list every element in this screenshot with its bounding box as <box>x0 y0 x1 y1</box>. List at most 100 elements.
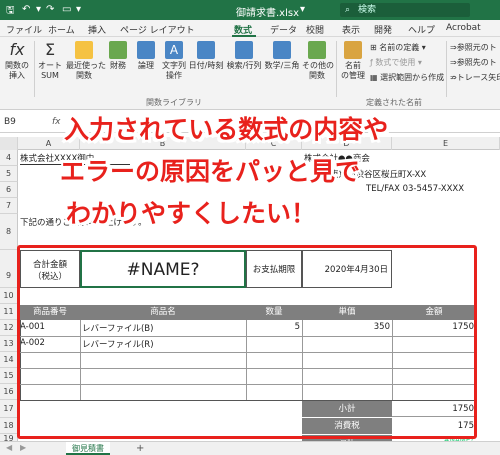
tab-insert[interactable]: 挿入 <box>88 23 106 36</box>
next-sheet-icon[interactable]: ▶ <box>20 443 26 452</box>
caption-line-1: 入力されている数式の内容や <box>64 115 389 144</box>
highlight-frame <box>17 245 477 439</box>
row-header-4[interactable]: 4 <box>0 150 18 166</box>
use-in-formula-label: 数式で使用 <box>375 58 416 67</box>
name-manager-button[interactable]: 名前 の管理 <box>338 41 368 81</box>
name-manager-label: 名前 の管理 <box>341 61 365 80</box>
financial-button[interactable]: 財務 <box>104 41 132 71</box>
trace-dependents-label: 参照先のト <box>456 58 497 67</box>
fx-icon[interactable]: fx <box>52 117 61 127</box>
math-button[interactable]: 数学/三角 <box>264 41 300 71</box>
trace-precedents-button[interactable]: ⇒参照元のト <box>450 42 497 53</box>
define-name-button[interactable]: ⊞ 名前の定義 ▾ <box>370 42 426 53</box>
search-box[interactable]: ⌕ 検索 <box>340 3 470 17</box>
row-header-15[interactable]: 15 <box>0 368 18 384</box>
save-icon[interactable]: 🖫 <box>6 3 15 20</box>
sheet-tab-bar: ◀ ▶ 御見積書 + <box>0 441 500 455</box>
tab-data[interactable]: データ <box>270 23 297 36</box>
logical-label: 論理 <box>138 61 154 70</box>
more-functions-icon <box>308 41 326 59</box>
logical-button[interactable]: 論理 <box>134 41 158 71</box>
remove-arrows-label: トレース矢印 <box>456 73 500 82</box>
redo-icon[interactable]: ↷ <box>46 4 54 15</box>
ribbon: fx 関数の 挿入 Σ オート SUM 最近使った 関数 財務 論理 A 文字列… <box>0 37 500 110</box>
column-header-e[interactable]: E <box>392 137 500 150</box>
arrow-icon: ⇒ <box>450 43 457 52</box>
insert-function-label: 関数の 挿入 <box>5 61 29 80</box>
row-header-16[interactable]: 16 <box>0 384 18 400</box>
function-library-group-label: 関数ライブラリ <box>146 98 202 107</box>
trace-dependents-button[interactable]: ⇒参照先のト <box>450 57 497 68</box>
star-book-icon <box>75 41 93 59</box>
tag-icon: ⊞ <box>370 43 380 52</box>
row-header-5[interactable]: 5 <box>0 166 18 182</box>
row-header-17[interactable]: 17 <box>0 400 18 418</box>
caption-line-2: エラーの原因をパッと見で <box>60 157 361 186</box>
arrow-icon: ⇒ <box>450 58 457 67</box>
tab-view[interactable]: 表示 <box>342 23 360 36</box>
sender-tel-cell[interactable]: TEL/FAX 03-5457-XXXX <box>366 184 464 194</box>
more-functions-button[interactable]: その他の 関数 <box>302 41 334 81</box>
use-in-formula-button[interactable]: ƒ 数式で使用 ▾ <box>370 57 422 68</box>
row-header-11[interactable]: 11 <box>0 304 18 320</box>
row-header-12[interactable]: 12 <box>0 320 18 336</box>
row-header-18[interactable]: 18 <box>0 418 18 434</box>
create-from-selection-label: 選択範囲から作成 <box>380 73 445 82</box>
datetime-button[interactable]: 日付/時刻 <box>188 41 224 71</box>
math-book-icon <box>273 41 291 59</box>
clock-book-icon <box>197 41 215 59</box>
recent-functions-button[interactable]: 最近使った 関数 <box>66 41 106 81</box>
logical-book-icon <box>137 41 155 59</box>
row-header-8[interactable]: 8 <box>0 214 18 250</box>
ribbon-tabs: ファイル ホーム 挿入 ページ レイアウト 数式 データ 校閲 表示 開発 ヘル… <box>0 20 500 37</box>
excel-window: 🖫 ↶ ▾ ↷ ▭ ▾ 御請求書.xlsx ▾ ⌕ 検索 ファイル ホーム 挿入… <box>0 0 500 455</box>
tab-developer[interactable]: 開発 <box>374 23 392 36</box>
function-icon: fx <box>9 40 25 59</box>
financial-book-icon <box>109 41 127 59</box>
separator <box>34 41 35 97</box>
prev-sheet-icon[interactable]: ◀ <box>6 443 12 452</box>
insert-function-button[interactable]: fx 関数の 挿入 <box>4 41 30 81</box>
name-box[interactable]: B9 <box>4 117 16 127</box>
remove-arrows-button[interactable]: ⇏トレース矢印 <box>450 72 500 83</box>
tab-home[interactable]: ホーム <box>48 23 75 36</box>
financial-label: 財務 <box>110 61 126 70</box>
lookup-book-icon <box>235 41 253 59</box>
row-header-13[interactable]: 13 <box>0 336 18 352</box>
select-all-corner[interactable] <box>0 137 18 150</box>
tab-review[interactable]: 校閲 <box>306 23 324 36</box>
arrow-icon: ⇏ <box>450 73 457 82</box>
tab-acrobat[interactable]: Acrobat <box>446 23 481 33</box>
tab-page-layout[interactable]: ページ レイアウト <box>120 23 195 36</box>
autosum-button[interactable]: Σ オート SUM <box>36 41 64 81</box>
text-functions-label: 文字列 操作 <box>162 61 186 80</box>
name-manager-icon <box>344 41 362 59</box>
tab-help[interactable]: ヘルプ <box>408 23 435 36</box>
separator <box>446 41 447 97</box>
row-header-10[interactable]: 10 <box>0 288 18 304</box>
lookup-button[interactable]: 検索/行列 <box>226 41 262 71</box>
recent-functions-label: 最近使った 関数 <box>66 61 106 80</box>
trace-precedents-label: 参照元のト <box>456 43 497 52</box>
undo-dropdown-icon[interactable]: ▾ <box>36 4 41 15</box>
defined-names-group-label: 定義された名前 <box>366 98 422 107</box>
file-name: 御請求書.xlsx <box>236 8 300 19</box>
autosum-label: オート SUM <box>38 61 62 80</box>
undo-icon[interactable]: ↶ <box>22 4 30 15</box>
search-placeholder: 検索 <box>358 5 377 15</box>
title-dropdown-icon[interactable]: ▾ <box>300 4 305 15</box>
row-header-6[interactable]: 6 <box>0 182 18 198</box>
title-bar: 🖫 ↶ ▾ ↷ ▭ ▾ 御請求書.xlsx ▾ ⌕ 検索 <box>0 0 500 20</box>
add-sheet-icon[interactable]: + <box>136 442 144 455</box>
define-name-label: 名前の定義 <box>379 43 420 52</box>
print-preview-icon[interactable]: ▭ <box>62 4 71 15</box>
tab-file[interactable]: ファイル <box>6 23 42 36</box>
create-from-selection-button[interactable]: ▦ 選択範囲から作成 <box>370 72 444 83</box>
text-functions-button[interactable]: A 文字列 操作 <box>160 41 188 81</box>
row-header-9[interactable]: 9 <box>0 250 18 288</box>
row-header-7[interactable]: 7 <box>0 198 18 214</box>
customize-qat-icon[interactable]: ▾ <box>76 4 81 15</box>
datetime-label: 日付/時刻 <box>188 61 224 70</box>
sheet-tab[interactable]: 御見積書 <box>66 442 110 455</box>
row-header-14[interactable]: 14 <box>0 352 18 368</box>
